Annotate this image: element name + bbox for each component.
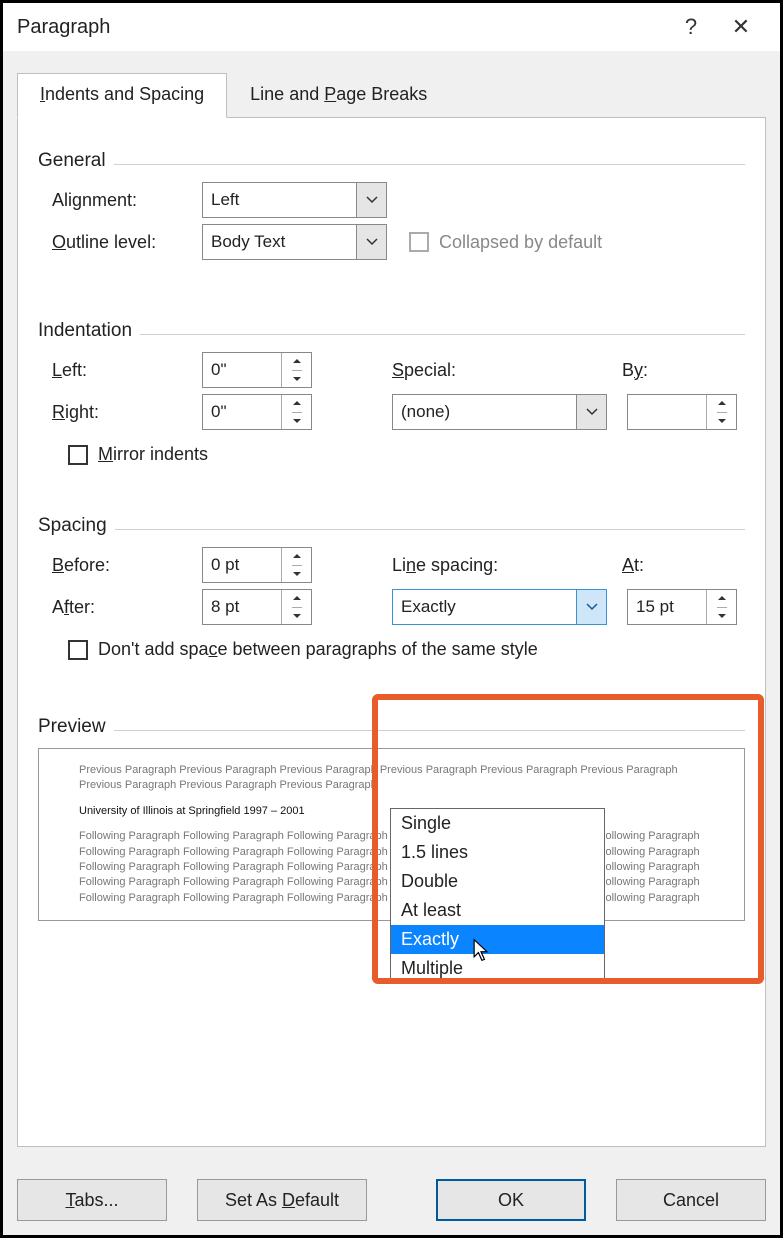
spinner-up[interactable]	[292, 590, 302, 608]
tab-indents-spacing[interactable]: Indents and Spacing	[17, 73, 227, 118]
indent-right-label: Right:	[52, 402, 202, 423]
spinner-down[interactable]	[292, 371, 302, 388]
dialog-body: Indents and Spacing Line and Page Breaks…	[3, 51, 780, 1235]
special-combo[interactable]: (none)	[392, 394, 607, 430]
heading-spacing: Spacing	[38, 515, 107, 537]
chevron-down-icon[interactable]	[356, 183, 386, 217]
before-value: 0 pt	[203, 548, 281, 582]
mirror-indents-checkbox[interactable]: Mirror indents	[68, 444, 208, 465]
checkbox-box	[68, 640, 88, 660]
paragraph-dialog: Paragraph ? ✕ Indents and Spacing Line a…	[0, 0, 783, 1238]
chevron-down-icon[interactable]	[356, 225, 386, 259]
dialog-title: Paragraph	[17, 16, 666, 39]
line-spacing-option[interactable]: Double	[391, 867, 604, 896]
dont-add-space-checkbox[interactable]: Don't add space between paragraphs of th…	[68, 639, 538, 660]
section-indentation: Indentation	[38, 320, 745, 342]
spinner-down[interactable]	[292, 566, 302, 583]
checkbox-box	[409, 232, 429, 252]
special-value: (none)	[393, 395, 576, 429]
dialog-footer: Tabs... Set As Default OK Cancel	[17, 1179, 766, 1221]
titlebar: Paragraph ? ✕	[3, 3, 780, 51]
alignment-value: Left	[203, 183, 356, 217]
before-spinner[interactable]: 0 pt	[202, 547, 312, 583]
spinner-up[interactable]	[292, 353, 302, 371]
spinner-buttons	[281, 353, 311, 387]
mirror-indents-label: Mirror indents	[98, 444, 208, 465]
alignment-label: Alignment:	[52, 190, 202, 211]
divider	[115, 529, 745, 530]
spinner-buttons	[281, 548, 311, 582]
set-default-button[interactable]: Set As Default	[197, 1179, 367, 1221]
by-label: By:	[622, 360, 648, 381]
line-spacing-option[interactable]: Multiple	[391, 954, 604, 983]
line-spacing-combo[interactable]: Exactly	[392, 589, 607, 625]
section-general: General	[38, 150, 745, 172]
divider	[114, 730, 745, 731]
checkbox-box	[68, 445, 88, 465]
spinner-up[interactable]	[717, 590, 727, 608]
heading-indentation: Indentation	[38, 320, 132, 342]
cancel-button[interactable]: Cancel	[616, 1179, 766, 1221]
line-spacing-dropdown[interactable]: Single1.5 linesDoubleAt leastExactlyMult…	[390, 808, 605, 984]
divider	[140, 334, 745, 335]
preview-previous: Previous Paragraph Previous Paragraph Pr…	[79, 763, 704, 794]
indent-right-spinner[interactable]: 0"	[202, 394, 312, 430]
spinner-buttons	[706, 590, 736, 624]
ok-button[interactable]: OK	[436, 1179, 586, 1221]
indent-left-spinner[interactable]: 0"	[202, 352, 312, 388]
spinner-down[interactable]	[717, 413, 727, 430]
heading-preview: Preview	[38, 716, 106, 738]
section-spacing: Spacing	[38, 515, 745, 537]
collapsed-checkbox: Collapsed by default	[409, 232, 602, 253]
after-label: After:	[52, 597, 202, 618]
before-label: Before:	[52, 555, 202, 576]
indent-left-value: 0"	[203, 353, 281, 387]
spinner-up[interactable]	[292, 548, 302, 566]
line-spacing-option[interactable]: At least	[391, 896, 604, 925]
chevron-down-icon[interactable]	[576, 590, 606, 624]
line-spacing-option[interactable]: 1.5 lines	[391, 838, 604, 867]
line-spacing-label: Line spacing:	[392, 555, 622, 576]
dont-add-space-label: Don't add space between paragraphs of th…	[98, 639, 538, 660]
divider	[114, 164, 745, 165]
line-spacing-option[interactable]: Exactly	[391, 925, 604, 954]
tab-panel: General Alignment: Left Outline level: B…	[17, 117, 766, 1147]
spinner-buttons	[281, 395, 311, 429]
tabs-button[interactable]: Tabs...	[17, 1179, 167, 1221]
after-spinner[interactable]: 8 pt	[202, 589, 312, 625]
line-spacing-option[interactable]: Single	[391, 809, 604, 838]
close-button[interactable]: ✕	[716, 14, 766, 40]
spinner-up[interactable]	[717, 395, 727, 413]
outline-level-combo[interactable]: Body Text	[202, 224, 387, 260]
spinner-down[interactable]	[292, 608, 302, 625]
heading-general: General	[38, 150, 106, 172]
spinner-buttons	[706, 395, 736, 429]
outline-level-value: Body Text	[203, 225, 356, 259]
section-preview: Preview	[38, 716, 745, 738]
special-label: Special:	[392, 360, 622, 381]
by-spinner[interactable]	[627, 394, 737, 430]
after-value: 8 pt	[203, 590, 281, 624]
at-label: At:	[622, 555, 644, 576]
by-value	[628, 395, 706, 429]
at-spinner[interactable]: 15 pt	[627, 589, 737, 625]
outline-level-label: Outline level:	[52, 232, 202, 253]
tab-strip: Indents and Spacing Line and Page Breaks	[17, 73, 766, 118]
tab-line-page-breaks[interactable]: Line and Page Breaks	[227, 73, 450, 118]
spinner-buttons	[281, 590, 311, 624]
chevron-down-icon[interactable]	[576, 395, 606, 429]
spinner-down[interactable]	[292, 413, 302, 430]
spinner-up[interactable]	[292, 395, 302, 413]
alignment-combo[interactable]: Left	[202, 182, 387, 218]
collapsed-label: Collapsed by default	[439, 232, 602, 253]
line-spacing-value: Exactly	[393, 590, 576, 624]
help-button[interactable]: ?	[666, 14, 716, 40]
indent-left-label: Left:	[52, 360, 202, 381]
spinner-down[interactable]	[717, 608, 727, 625]
indent-right-value: 0"	[203, 395, 281, 429]
at-value: 15 pt	[628, 590, 706, 624]
